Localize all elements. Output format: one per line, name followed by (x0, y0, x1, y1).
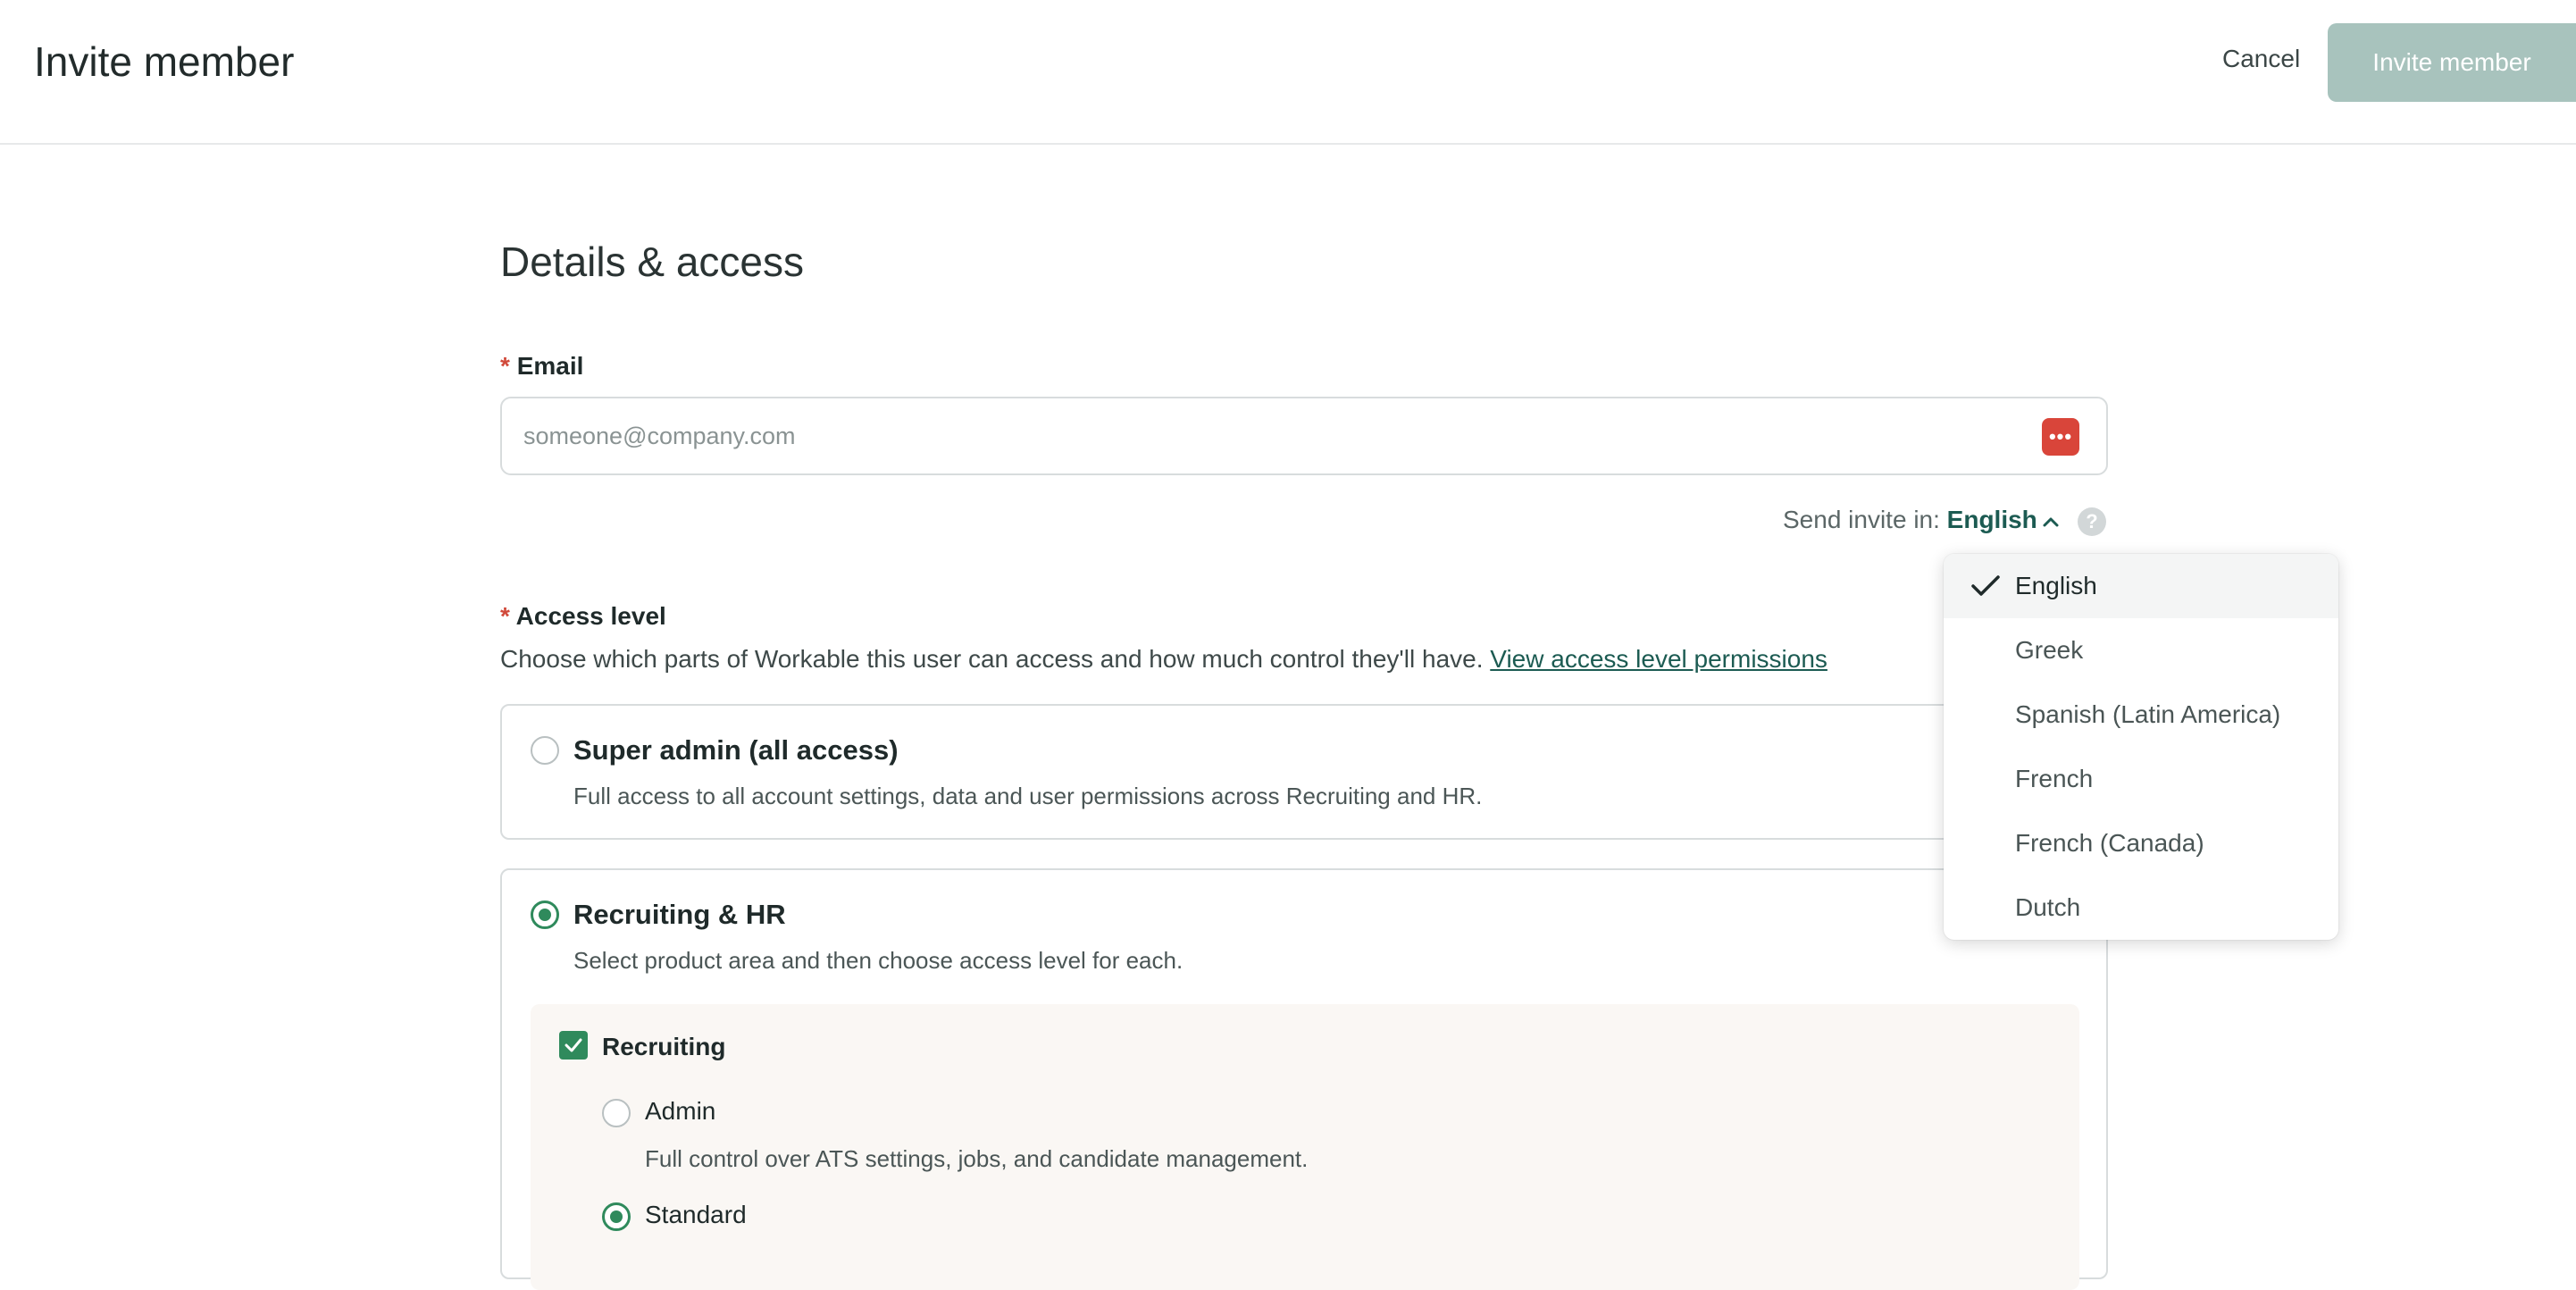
recruiting-hr-title: Recruiting & HR (573, 899, 786, 930)
access-description-text: Choose which parts of Workable this user… (500, 645, 1484, 673)
email-field-wrapper: ••• (500, 397, 2108, 475)
standard-role-radio[interactable] (602, 1202, 631, 1231)
super-admin-option[interactable]: Super admin (all access) Full access to … (500, 704, 2108, 840)
admin-role-description: Full control over ATS settings, jobs, an… (645, 1145, 1309, 1172)
standard-role-label: Standard (645, 1201, 747, 1228)
access-level-label: * Access level (500, 602, 666, 631)
access-level-description: Choose which parts of Workable this user… (500, 645, 1827, 674)
language-option-label: English (2015, 572, 2097, 599)
recruiting-panel: Recruiting Admin Full control over ATS s… (531, 1004, 2079, 1290)
language-option-label: Dutch (2015, 893, 2081, 921)
super-admin-description: Full access to all account settings, dat… (573, 783, 1483, 809)
cancel-button[interactable]: Cancel (2222, 45, 2300, 73)
language-option-label: Spanish (Latin America) (2015, 700, 2281, 728)
language-option-spanish-latam[interactable]: Spanish (Latin America) (1944, 683, 2338, 747)
send-invite-language[interactable]: Send invite in: English (1783, 506, 2037, 534)
section-title: Details & access (500, 239, 805, 285)
language-option-greek[interactable]: Greek (1944, 618, 2338, 683)
required-mark: * (500, 352, 510, 380)
help-icon[interactable]: ? (2078, 507, 2106, 536)
password-manager-icon[interactable]: ••• (2042, 418, 2079, 456)
send-invite-language-value[interactable]: English (1947, 506, 2037, 533)
language-option-french-canada[interactable]: French (Canada) (1944, 811, 2338, 875)
invite-member-button[interactable]: Invite member (2328, 23, 2576, 102)
admin-role-radio[interactable] (602, 1099, 631, 1127)
super-admin-title: Super admin (all access) (573, 734, 899, 766)
super-admin-radio[interactable] (531, 736, 559, 765)
recruiting-hr-option[interactable]: Recruiting & HR Select product area and … (500, 868, 2108, 1290)
recruiting-hr-radio[interactable] (531, 900, 559, 929)
language-option-label: French (Canada) (2015, 829, 2204, 857)
email-label: * Email (500, 352, 583, 381)
checkmark-icon (565, 1038, 582, 1052)
chevron-up-icon[interactable] (2040, 511, 2062, 532)
language-option-label: Greek (2015, 636, 2084, 664)
page-title: Invite member (34, 38, 295, 85)
admin-role-label: Admin (645, 1097, 716, 1125)
recruiting-hr-description: Select product area and then choose acce… (573, 947, 1183, 974)
language-option-english[interactable]: English (1944, 554, 2338, 618)
language-option-dutch[interactable]: Dutch (1944, 875, 2338, 940)
view-permissions-link[interactable]: View access level permissions (1490, 645, 1827, 673)
recruiting-label: Recruiting (602, 1033, 726, 1060)
email-label-text: Email (516, 352, 584, 380)
send-invite-prefix: Send invite in: (1783, 506, 1940, 533)
recruiting-checkbox[interactable] (559, 1031, 588, 1060)
language-option-french[interactable]: French (1944, 747, 2338, 811)
access-level-label-text: Access level (515, 602, 666, 630)
email-field[interactable] (522, 398, 2022, 473)
required-mark: * (500, 602, 510, 630)
language-dropdown: English Greek Spanish (Latin America) Fr… (1944, 554, 2338, 940)
page-header: Invite member Cancel Invite member (0, 0, 2576, 145)
language-option-label: French (2015, 765, 2094, 792)
check-icon (1971, 575, 2000, 596)
